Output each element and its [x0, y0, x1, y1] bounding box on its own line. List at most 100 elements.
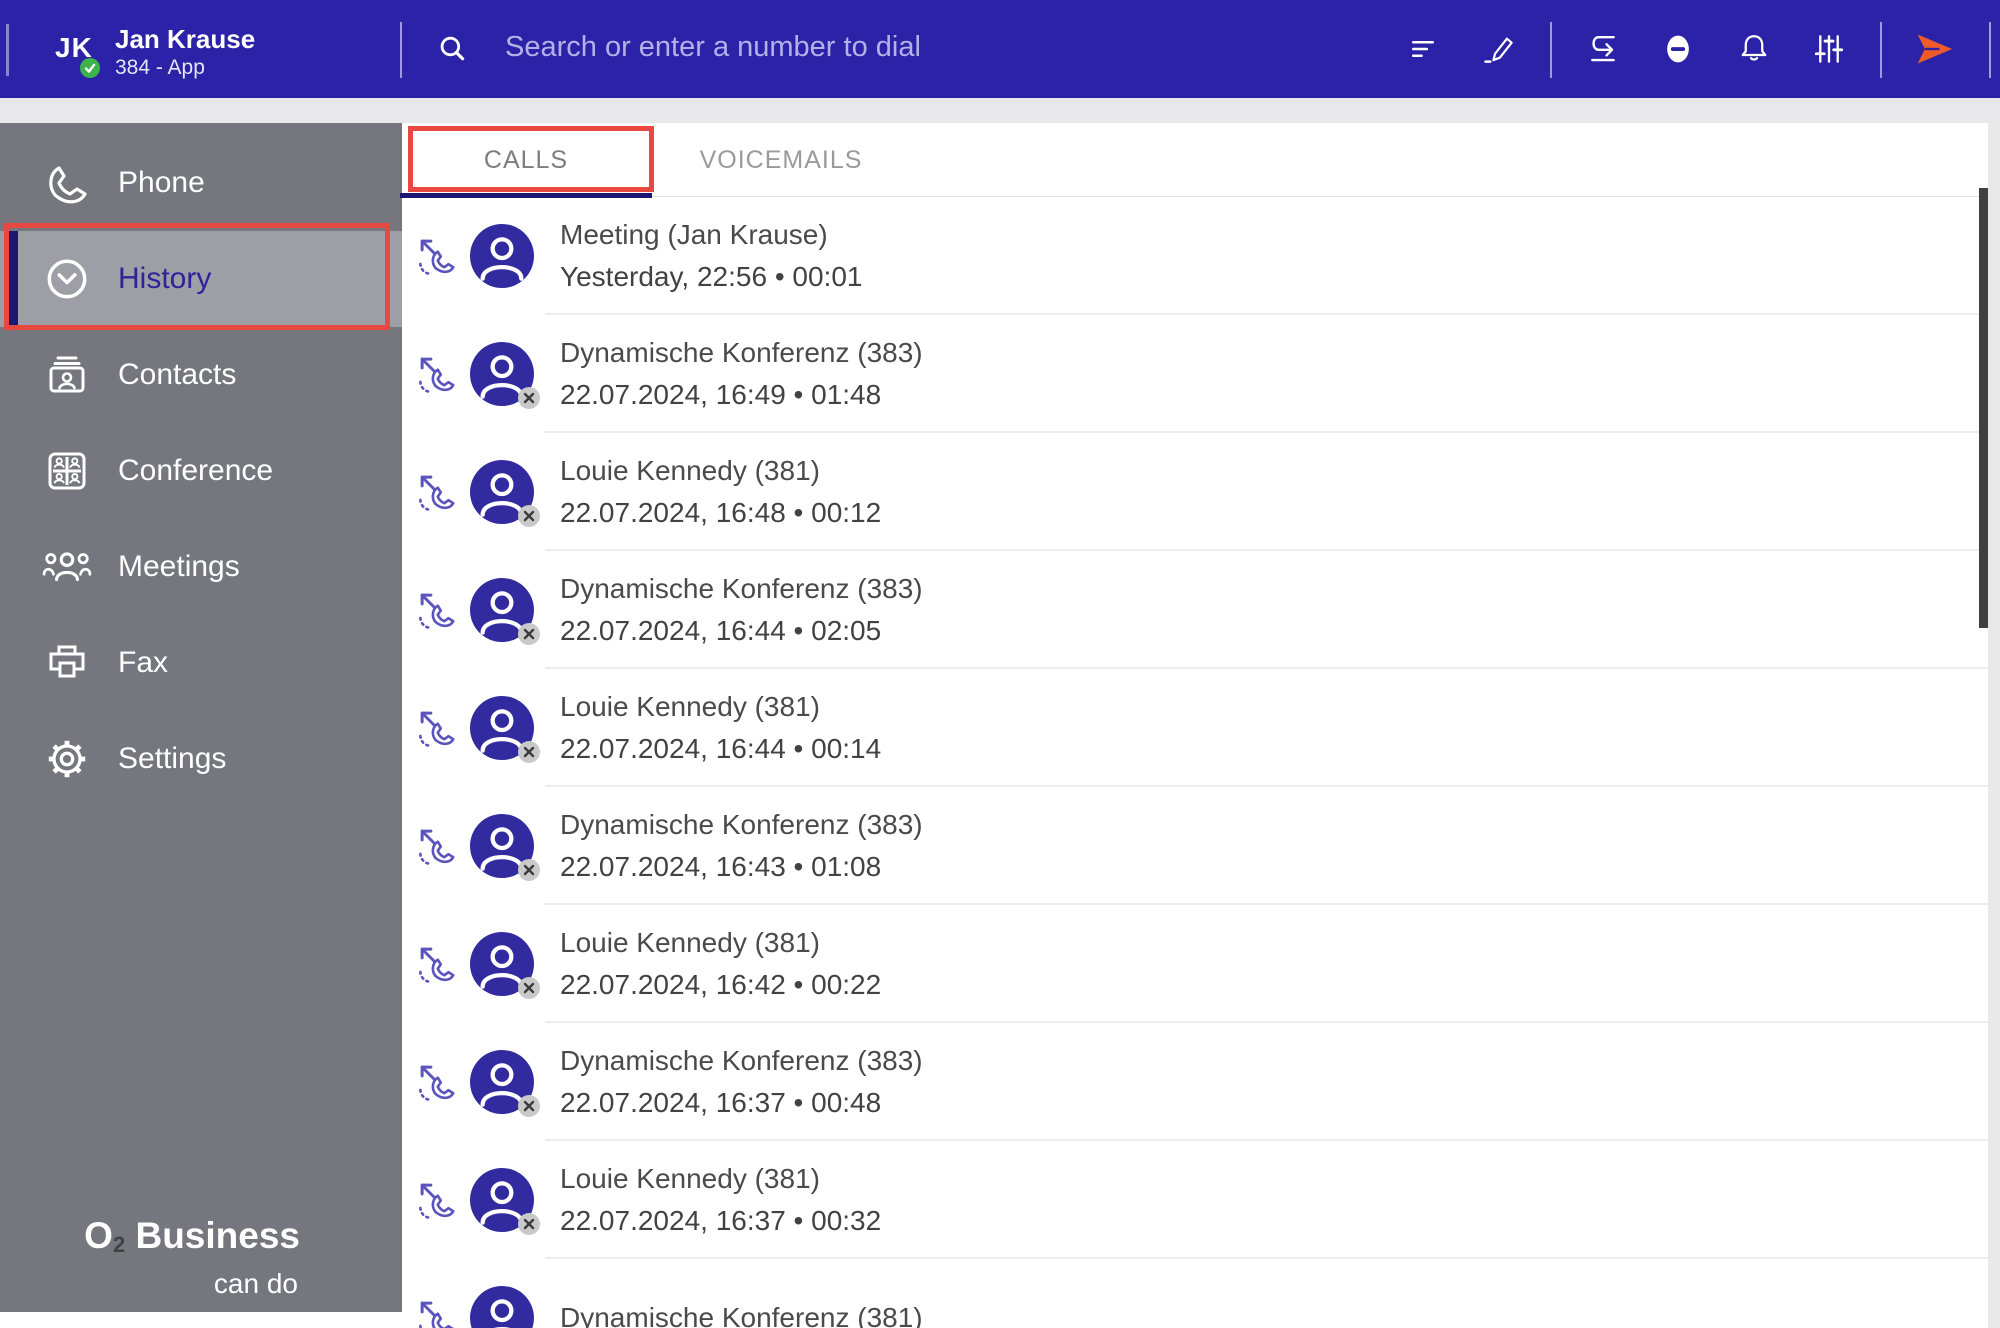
tab-voicemails[interactable]: VOICEMAILS — [650, 123, 912, 197]
sidebar-item-meetings[interactable]: Meetings — [0, 519, 402, 615]
call-history-row[interactable]: Dynamische Konferenz (383) 22.07.2024, 1… — [402, 1023, 2000, 1141]
meetings-icon — [42, 542, 92, 592]
header-divider — [1550, 22, 1552, 78]
scrollbar-track — [1988, 98, 2000, 1328]
presence-check-icon — [80, 58, 100, 78]
sidebar-item-conference[interactable]: Conference — [0, 423, 402, 519]
logo-tagline: can do — [213, 1268, 298, 1299]
sidebar-item-label: Meetings — [118, 550, 240, 583]
outgoing-call-icon — [416, 1297, 458, 1328]
search-icon — [432, 29, 474, 71]
call-subtitle: 22.07.2024, 16:44 • 00:14 — [560, 733, 882, 764]
call-title: Louie Kennedy (381) — [560, 691, 820, 722]
call-history-row[interactable]: Dynamische Konferenz (383) 22.07.2024, 1… — [402, 315, 2000, 433]
call-history-row[interactable]: Dynamische Konferenz (383) 22.07.2024, 1… — [402, 787, 2000, 905]
call-subtitle: 22.07.2024, 16:42 • 00:22 — [560, 969, 882, 1000]
call-history-row[interactable]: Louie Kennedy (381) 22.07.2024, 16:44 • … — [402, 669, 2000, 787]
header-bar: JK Jan Krause 384 - App Search or enter … — [0, 0, 2000, 98]
call-history-row[interactable]: Dynamische Konferenz (383) 22.07.2024, 1… — [402, 551, 2000, 669]
header-divider — [1989, 22, 1991, 78]
avatar — [470, 578, 540, 645]
call-subtitle: 22.07.2024, 16:48 • 00:12 — [560, 497, 882, 528]
avatar — [470, 224, 534, 288]
settings-icon — [42, 734, 92, 784]
scrollbar-thumb[interactable] — [1979, 188, 1988, 628]
history-icon — [42, 254, 92, 304]
call-title: Louie Kennedy (381) — [560, 455, 820, 486]
bell-icon[interactable] — [1734, 29, 1774, 69]
avatar — [470, 932, 540, 999]
call-ended-badge-icon — [518, 387, 540, 409]
call-title: Dynamische Konferenz (383) — [560, 573, 923, 604]
header-divider — [1880, 22, 1882, 78]
call-title: Dynamische Konferenz (381) — [560, 1302, 923, 1328]
call-redirect-icon[interactable] — [1581, 29, 1621, 69]
call-subtitle: 22.07.2024, 16:37 • 00:32 — [560, 1205, 882, 1236]
user-account-button[interactable]: JK Jan Krause 384 - App — [40, 0, 390, 98]
call-history-row[interactable]: Dynamische Konferenz (381) — [402, 1259, 2000, 1328]
dnd-status-icon[interactable] — [1658, 29, 1698, 69]
avatar — [470, 1168, 540, 1235]
call-title: Dynamische Konferenz (383) — [560, 809, 923, 840]
call-ended-badge-icon — [518, 859, 540, 881]
sidebar-item-label: Conference — [118, 454, 274, 487]
sidebar-item-contacts[interactable]: Contacts — [0, 327, 402, 423]
call-title: Dynamische Konferenz (383) — [560, 1045, 923, 1076]
avatar — [470, 1050, 540, 1117]
call-title: Louie Kennedy (381) — [560, 1163, 820, 1194]
call-subtitle: 22.07.2024, 16:37 • 00:48 — [560, 1087, 882, 1118]
phone-icon — [42, 158, 92, 208]
avatar — [470, 342, 540, 409]
send-icon[interactable] — [1912, 29, 1956, 69]
history-tabbar: CALLS VOICEMAILS — [400, 123, 2000, 198]
sliders-icon[interactable] — [1809, 29, 1849, 69]
outgoing-call-icon — [416, 589, 458, 631]
call-title: Dynamische Konferenz (383) — [560, 337, 923, 368]
search-placeholder: Search or enter a number to dial — [505, 31, 921, 63]
call-ended-badge-icon — [518, 1095, 540, 1117]
call-ended-badge-icon — [518, 977, 540, 999]
sidebar-item-label: History — [118, 262, 212, 295]
outgoing-call-icon — [416, 943, 458, 985]
call-history-row[interactable]: Louie Kennedy (381) 22.07.2024, 16:37 • … — [402, 1141, 2000, 1259]
sidebar-nav: Phone History Contacts Conference Meetin… — [0, 123, 402, 1312]
avatar — [470, 1286, 534, 1328]
outgoing-call-icon — [416, 1179, 458, 1221]
sidebar-item-fax[interactable]: Fax — [0, 615, 402, 711]
tab-calls[interactable]: CALLS — [400, 123, 654, 198]
search-input[interactable]: Search or enter a number to dial — [420, 0, 1320, 98]
call-subtitle: Yesterday, 22:56 • 00:01 — [560, 261, 863, 292]
sidebar-item-phone[interactable]: Phone — [0, 135, 402, 231]
window-edge-tick — [6, 24, 9, 76]
sidebar-item-label: Phone — [118, 166, 205, 199]
o2-business-logo: O2 Business can do — [0, 1215, 300, 1300]
call-subtitle: 22.07.2024, 16:49 • 01:48 — [560, 379, 882, 410]
avatar — [470, 460, 540, 527]
sidebar-item-label: Contacts — [118, 358, 237, 391]
sidebar-item-settings[interactable]: Settings — [0, 711, 402, 807]
call-history-row[interactable]: Louie Kennedy (381) 22.07.2024, 16:48 • … — [402, 433, 2000, 551]
call-ended-badge-icon — [518, 1213, 540, 1235]
avatar — [470, 814, 540, 881]
call-history-row[interactable]: Meeting (Jan Krause) Yesterday, 22:56 • … — [402, 197, 2000, 315]
fax-icon — [42, 638, 92, 688]
call-subtitle: 22.07.2024, 16:44 • 02:05 — [560, 615, 882, 646]
contacts-icon — [42, 350, 92, 400]
filter-icon[interactable] — [1403, 29, 1443, 69]
outgoing-call-icon — [416, 471, 458, 513]
sidebar-item-history[interactable]: History — [0, 223, 402, 330]
user-extension: 384 - App — [115, 56, 205, 79]
pencil-icon[interactable] — [1479, 29, 1519, 69]
call-subtitle: 22.07.2024, 16:43 • 01:08 — [560, 851, 882, 882]
call-ended-badge-icon — [518, 505, 540, 527]
user-name: Jan Krause — [115, 24, 256, 54]
header-divider — [400, 22, 402, 78]
outgoing-call-icon — [416, 707, 458, 749]
app-window: JK Jan Krause 384 - App Search or enter … — [0, 0, 2000, 1328]
outgoing-call-icon — [416, 235, 458, 277]
history-panel: CALLS VOICEMAILS Meeting (Jan Krause) Ye… — [400, 123, 2000, 1328]
avatar — [470, 696, 540, 763]
toolbar-gap-strip — [0, 98, 2000, 123]
call-ended-badge-icon — [518, 741, 540, 763]
call-history-row[interactable]: Louie Kennedy (381) 22.07.2024, 16:42 • … — [402, 905, 2000, 1023]
